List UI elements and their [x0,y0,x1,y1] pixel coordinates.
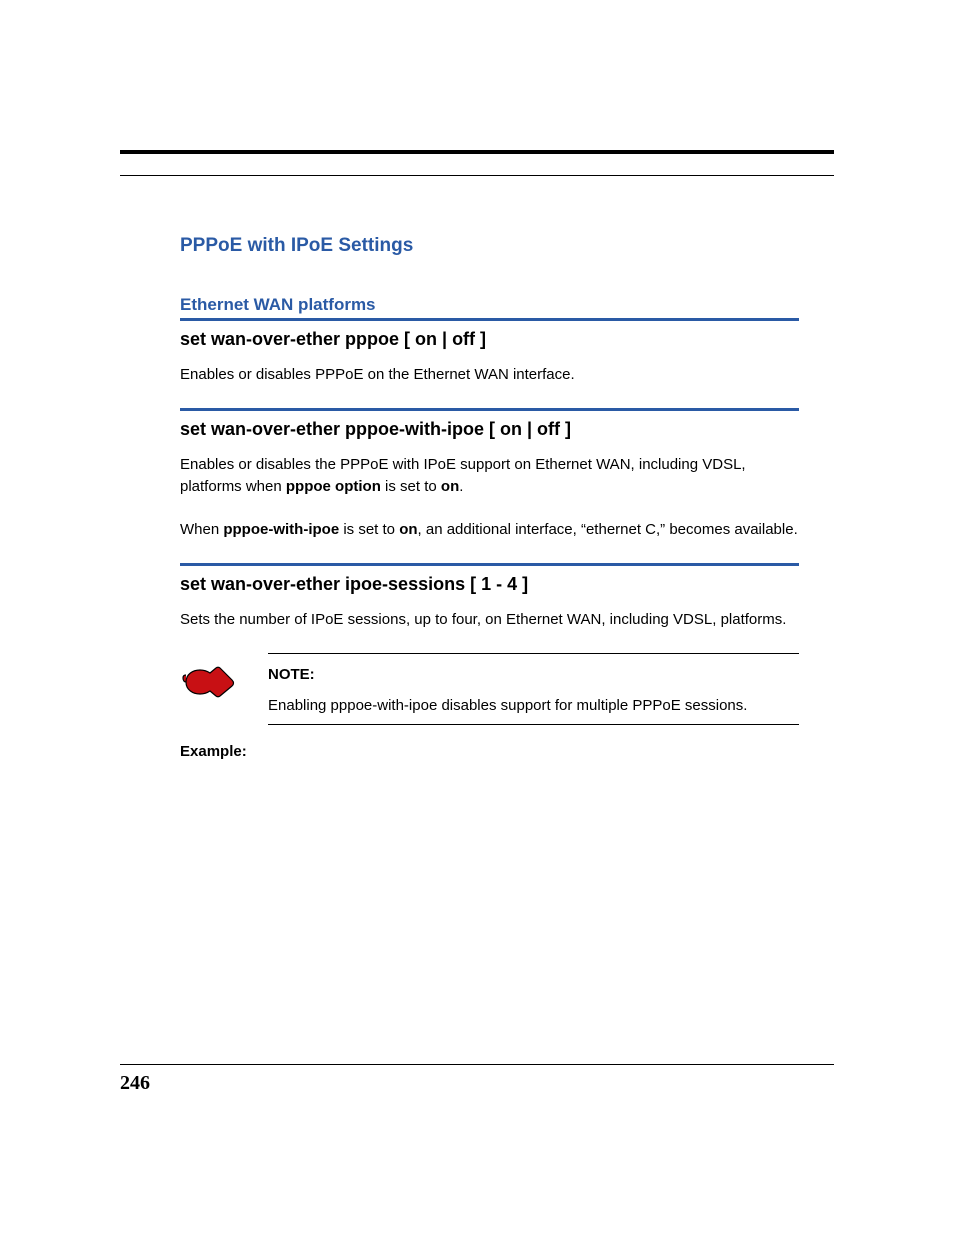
note-block: NOTE: Enabling pppoe-with-ipoe disables … [180,653,799,725]
command-heading: set wan-over-ether pppoe [ on | off ] [180,329,799,350]
body-paragraph: Enables or disables the PPPoE with IPoE … [180,454,799,498]
note-icon-cell [180,654,268,702]
example-label: Example: [180,743,799,760]
body-paragraph: Enables or disables PPPoE on the Etherne… [180,364,799,386]
platforms-subheading: Ethernet WAN platforms [180,295,799,315]
footer-rule [120,1064,834,1065]
section-rule [180,408,799,411]
note-text-cell: NOTE: Enabling pppoe-with-ipoe disables … [268,654,799,724]
body-paragraph: When pppoe-with-ipoe is set to on, an ad… [180,519,799,541]
page: PPPoE with IPoE Settings Ethernet WAN pl… [0,0,954,1235]
command-heading: set wan-over-ether pppoe-with-ipoe [ on … [180,419,799,440]
header-thin-rule [120,175,834,176]
content-area: PPPoE with IPoE Settings Ethernet WAN pl… [180,235,799,760]
pointing-hand-icon [180,662,236,702]
page-number: 246 [120,1072,150,1095]
body-paragraph: Sets the number of IPoE sessions, up to … [180,609,799,631]
note-body: Enabling pppoe-with-ipoe disables suppor… [268,695,799,716]
note-label: NOTE: [268,666,799,683]
page-title: PPPoE with IPoE Settings [180,235,799,257]
note-bottom-rule [268,724,799,725]
header-thick-rule [120,150,834,154]
section-rule [180,563,799,566]
command-heading: set wan-over-ether ipoe-sessions [ 1 - 4… [180,574,799,595]
section-rule [180,318,799,321]
note-row: NOTE: Enabling pppoe-with-ipoe disables … [180,654,799,724]
